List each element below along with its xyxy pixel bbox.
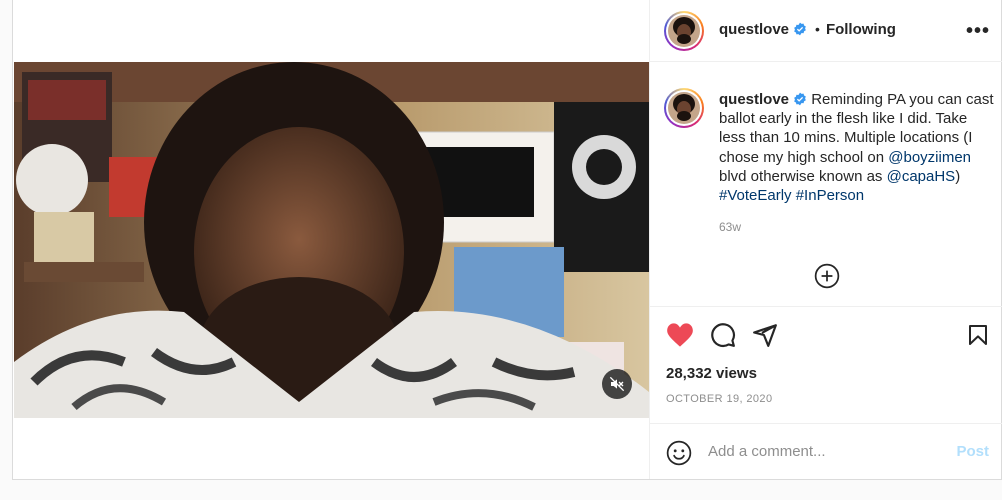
relative-timestamp[interactable]: 63w [719,220,741,234]
post-date: OCTOBER 19, 2020 [666,393,773,405]
avatar-image [668,92,700,124]
header-user-line: questlove • Following [719,21,896,39]
caption-text: blvd otherwise known as [719,167,887,185]
caption-text: ) [955,167,961,185]
speaker-muted-icon [609,376,625,392]
mention-link[interactable]: @capaHS [887,168,956,185]
comment-bubble-icon [711,323,736,348]
mute-button[interactable] [602,369,632,399]
like-button[interactable] [666,322,694,353]
comment-bar: Add a comment... Post [650,423,1002,479]
following-button[interactable]: Following [826,21,896,38]
save-button[interactable] [966,322,990,353]
video-frame-image [14,62,649,418]
caption-avatar[interactable] [664,88,704,128]
post-header: questlove • Following ••• [650,0,1002,62]
share-button[interactable] [752,322,778,353]
paper-plane-icon [753,324,777,347]
more-options-button[interactable]: ••• [966,21,990,41]
comment-input[interactable]: Add a comment... [708,443,826,460]
view-count[interactable]: 28,332 views [666,365,757,382]
plus-circle-icon [814,263,840,289]
avatar-image [668,15,700,47]
mention-link[interactable]: @boyziimen [888,149,971,166]
separator-dot: • [815,21,820,37]
hashtag-link[interactable]: #VoteEarly [719,187,792,204]
load-more-comments-button[interactable] [814,263,840,294]
avatar[interactable] [664,11,704,51]
media-panel [13,0,649,479]
header-username[interactable]: questlove [719,21,789,38]
post-side-panel: questlove • Following ••• questlove Remind… [649,0,1002,479]
heart-icon [667,323,693,347]
bookmark-icon [969,325,987,345]
post-comment-button[interactable]: Post [956,443,989,460]
comment-button[interactable] [710,322,736,353]
action-bar-divider [650,306,1002,308]
smiley-icon [666,440,692,466]
post-caption: questlove Reminding PA you can cast ball… [719,90,994,205]
caption-username[interactable]: questlove [719,91,789,108]
emoji-button[interactable] [666,440,692,471]
video-player[interactable] [14,62,649,418]
post-card: questlove • Following ••• questlove Remind… [12,0,1002,480]
verified-badge-icon [794,22,806,36]
verified-badge-icon [794,92,806,106]
hashtag-link[interactable]: #InPerson [796,187,864,204]
